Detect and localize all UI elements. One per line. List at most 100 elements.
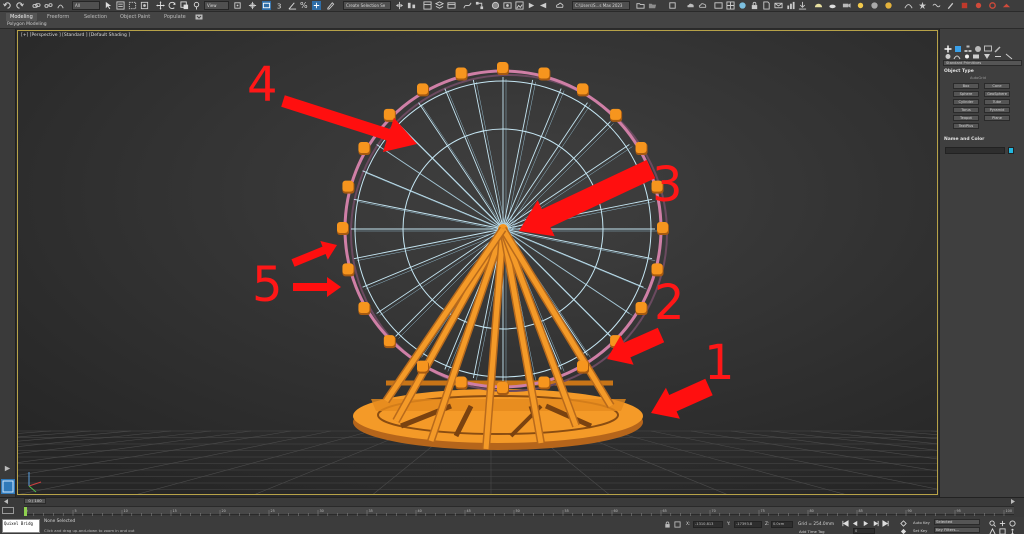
field-of-view-icon[interactable]	[989, 528, 996, 534]
object-type-header[interactable]: Object Type	[944, 69, 974, 74]
zoom-extents-icon[interactable]	[989, 520, 996, 527]
set-key-icon[interactable]	[900, 528, 907, 534]
y-coordinate-field[interactable]: -17393.8	[734, 521, 762, 528]
prev-frame-arrow-icon[interactable]	[1, 498, 11, 505]
placement-icon[interactable]	[192, 1, 201, 10]
teapot-button[interactable]: Teapot	[953, 115, 979, 121]
cloud-icon[interactable]	[686, 1, 695, 10]
reference-coordinate-dropdown[interactable]: View	[204, 1, 229, 10]
rendered-frame-window-icon[interactable]	[515, 1, 524, 10]
go-to-start-icon[interactable]	[842, 520, 849, 527]
maximize-viewport-icon[interactable]	[999, 528, 1006, 534]
torus-button[interactable]: Torus	[953, 107, 979, 113]
set-key-button[interactable]: Set Key	[913, 528, 927, 533]
key-filters-button[interactable]: Key Filters...	[934, 527, 980, 533]
red-cube-icon[interactable]	[960, 1, 969, 10]
select-by-name-icon[interactable]	[116, 1, 125, 10]
move-icon[interactable]	[156, 1, 165, 10]
selection-filter-dropdown[interactable]: All	[72, 1, 100, 10]
layer-manager-icon[interactable]	[668, 1, 677, 10]
material-editor-icon[interactable]	[491, 1, 500, 10]
curve-tool-icon[interactable]	[904, 1, 913, 10]
grey-sphere-icon[interactable]	[870, 1, 879, 10]
unlink-icon[interactable]	[44, 1, 53, 10]
time-slider[interactable]: 0 / 100	[24, 498, 46, 504]
tab-populate[interactable]: Populate	[160, 13, 190, 21]
workspace-dropdown[interactable]: C:\Users\S...s Max 2023	[572, 1, 630, 10]
key-set-dropdown[interactable]: Selected	[934, 519, 980, 525]
box-button[interactable]: Box	[953, 83, 979, 89]
walkthrough-icon[interactable]	[1009, 528, 1016, 534]
time-ruler[interactable]: 0510152025303540455055606570758085909510…	[24, 506, 1014, 516]
schematic-view-icon[interactable]	[475, 1, 484, 10]
auto-key-button[interactable]: Auto Key	[913, 520, 930, 525]
orbit-view-icon[interactable]	[1009, 520, 1016, 527]
keyboard-shortcut-icon[interactable]	[262, 1, 271, 10]
viewport-label[interactable]: [+] [Perspective ] [Standard ] [Default …	[21, 33, 130, 38]
tube-button[interactable]: Tube	[984, 99, 1010, 105]
spinner-snap-icon[interactable]	[312, 1, 321, 10]
envelope-icon[interactable]	[774, 1, 783, 10]
tab-freeform[interactable]: Freeform	[43, 13, 73, 21]
percent-snap-icon[interactable]: %	[300, 1, 309, 10]
maxscript-listener[interactable]: Quixel Bridg	[2, 519, 40, 533]
add-time-tag[interactable]: Add Time Tag	[799, 529, 824, 534]
folder-tool-icon[interactable]	[714, 1, 723, 10]
display-tab-icon[interactable]	[984, 45, 992, 53]
camera-icon[interactable]	[842, 1, 851, 10]
primitives-dropdown[interactable]: Standard Primitives	[943, 60, 1022, 66]
play-triangle-icon[interactable]	[3, 464, 12, 473]
scene-explorer-icon[interactable]	[423, 1, 432, 10]
red-torus-icon[interactable]	[988, 1, 997, 10]
cylinder-button[interactable]: Cylinder	[953, 99, 979, 105]
red-plane-icon[interactable]	[1002, 1, 1011, 10]
grid-tool-icon[interactable]	[726, 1, 735, 10]
align-icon[interactable]	[407, 1, 416, 10]
download-icon[interactable]	[798, 1, 807, 10]
project-folder-icon[interactable]	[636, 1, 645, 10]
key-mode-toggle-icon[interactable]	[900, 520, 907, 527]
edit-named-sets-icon[interactable]	[326, 1, 335, 10]
play-icon[interactable]	[862, 520, 869, 527]
next-frame-icon[interactable]	[872, 520, 879, 527]
rect-selection-icon[interactable]	[128, 1, 137, 10]
name-and-color-header[interactable]: Name and Color	[944, 137, 984, 142]
render-setup-icon[interactable]	[503, 1, 512, 10]
ribbon-options-icon[interactable]	[195, 14, 203, 20]
track-bar-toggle-icon[interactable]	[2, 507, 14, 514]
tab-object-paint[interactable]: Object Paint	[116, 13, 154, 21]
dome-light-icon[interactable]	[814, 1, 823, 10]
doc-icon[interactable]	[762, 1, 771, 10]
lock-selection-icon[interactable]	[664, 521, 671, 528]
pan-view-icon[interactable]	[999, 520, 1006, 527]
motion-tab-icon[interactable]	[974, 45, 982, 53]
render-iterative-icon[interactable]	[539, 1, 548, 10]
cloud-sync-icon[interactable]	[698, 1, 707, 10]
tab-modeling[interactable]: Modeling	[6, 13, 37, 21]
modify-tab-icon[interactable]	[954, 45, 962, 53]
render-production-icon[interactable]	[527, 1, 536, 10]
link-icon[interactable]	[32, 1, 41, 10]
autogrid-checkbox[interactable]: AutoGrid	[970, 76, 986, 80]
redo-icon[interactable]	[15, 1, 24, 10]
named-selection-set-dropdown[interactable]: Create Selection Se	[343, 1, 391, 10]
lock-icon[interactable]	[750, 1, 759, 10]
perspective-viewport[interactable]: 1 2 3 4 5 [+] [Perspective ] [Standard ]…	[17, 30, 938, 495]
open-file-icon[interactable]	[648, 1, 657, 10]
textplus-button[interactable]: TextPlus	[953, 123, 979, 129]
go-to-end-icon[interactable]	[882, 520, 889, 527]
sun-icon[interactable]	[856, 1, 865, 10]
pivot-center-icon[interactable]	[233, 1, 242, 10]
bind-spacewarp-icon[interactable]	[56, 1, 65, 10]
current-frame-field[interactable]: 0	[853, 528, 875, 534]
angle-snap-icon[interactable]	[288, 1, 297, 10]
wave-icon[interactable]	[932, 1, 941, 10]
cylinder-light-icon[interactable]	[828, 1, 837, 10]
plane-button[interactable]: Plane	[984, 115, 1010, 121]
window-crossing-icon[interactable]	[140, 1, 149, 10]
toggle-ribbon-icon[interactable]	[447, 1, 456, 10]
palette-icon[interactable]	[738, 1, 747, 10]
next-frame-arrow-icon[interactable]	[1008, 498, 1018, 505]
star-tool-icon[interactable]	[918, 1, 927, 10]
chart-icon[interactable]	[786, 1, 795, 10]
